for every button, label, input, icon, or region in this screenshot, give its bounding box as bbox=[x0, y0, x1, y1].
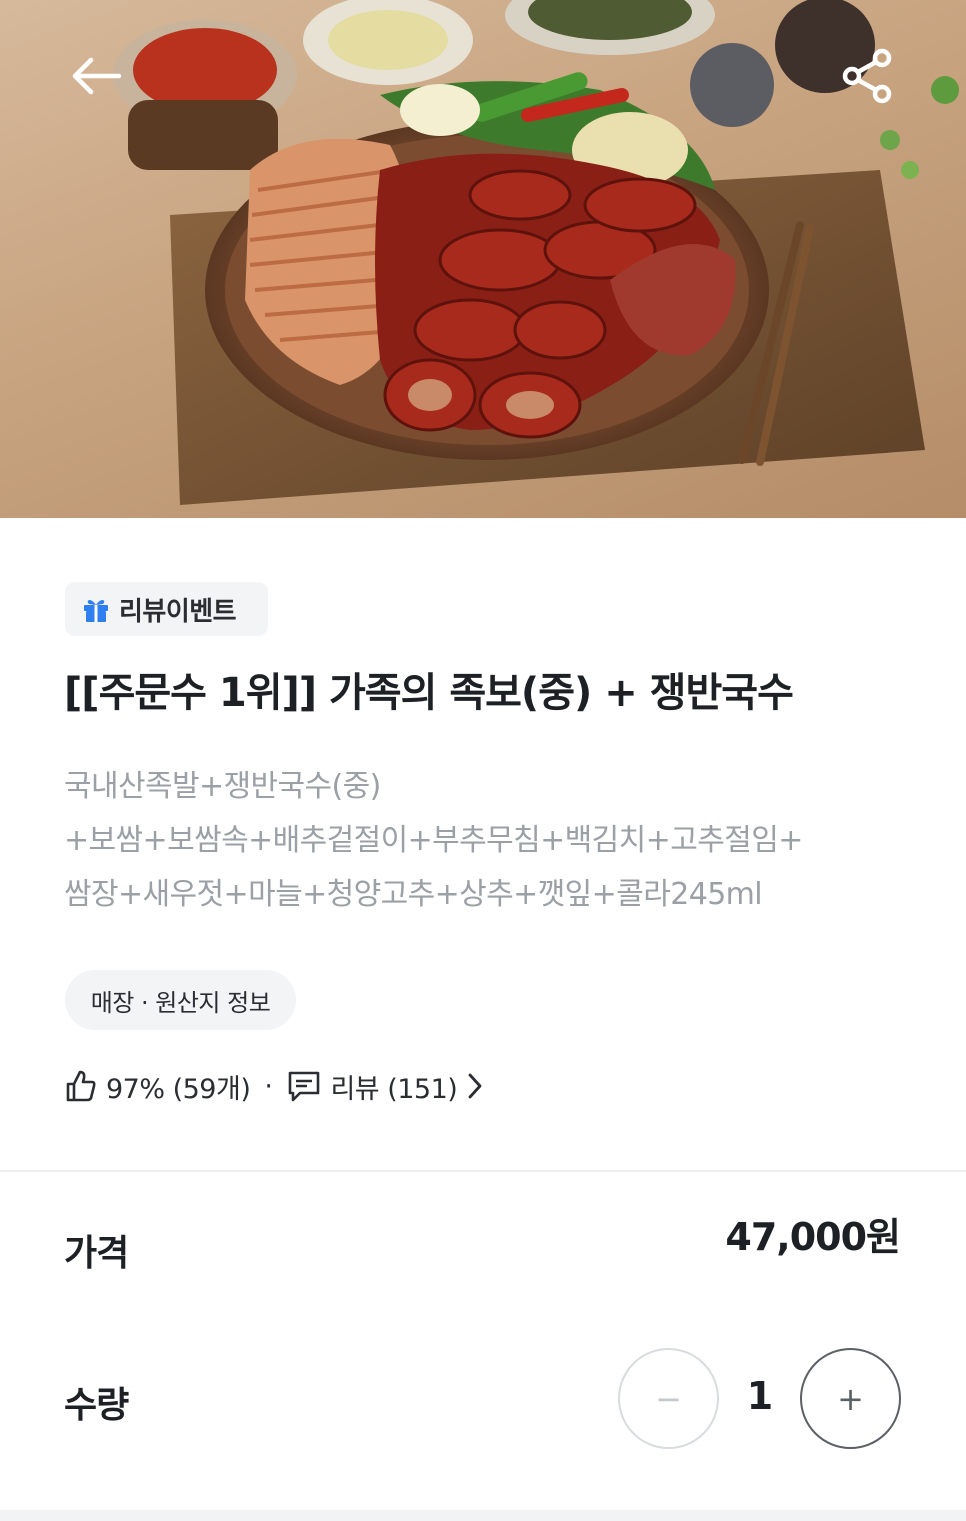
stats-separator: · bbox=[264, 1070, 273, 1102]
badge-label: 리뷰이벤트 bbox=[119, 596, 237, 627]
price-label: 가격 bbox=[64, 1233, 129, 1274]
quantity-value: 1 bbox=[746, 1374, 774, 1418]
back-button[interactable] bbox=[64, 44, 128, 108]
chat-bubble-icon bbox=[289, 1071, 320, 1102]
description-line: 국내산족발+쟁반국수(중) bbox=[64, 769, 381, 804]
quantity-increase-button[interactable]: + bbox=[800, 1348, 901, 1449]
share-button[interactable] bbox=[836, 44, 900, 108]
bottom-section-edge bbox=[0, 1510, 966, 1521]
product-title: [[주문수 1위]] 가족의 족보(중) + 쟁반국수 bbox=[64, 670, 794, 716]
product-photo bbox=[0, 0, 966, 518]
chevron-right-icon bbox=[468, 1073, 482, 1099]
rating-stats: 97% (59개) · 리뷰 (151) bbox=[64, 1062, 485, 1110]
like-rate: 97% (59개) bbox=[106, 1073, 251, 1105]
gift-icon bbox=[84, 599, 108, 622]
product-description: 국내산족발+쟁반국수(중) +보쌈+보쌈속+배추겉절이+부추무침+백김치+고추절… bbox=[64, 760, 904, 922]
quantity-decrease-button[interactable]: − bbox=[618, 1348, 719, 1449]
share-icon bbox=[842, 48, 892, 104]
section-divider bbox=[0, 1170, 966, 1172]
price-value: 47,000원 bbox=[725, 1215, 901, 1259]
food-platter-image bbox=[113, 0, 959, 505]
review-count: 리뷰 (151) bbox=[330, 1073, 458, 1105]
store-origin-info-button[interactable]: 매장 · 원산지 정보 bbox=[65, 970, 296, 1030]
quantity-label: 수량 bbox=[64, 1385, 129, 1426]
description-line: +보쌈+보쌈속+배추겉절이+부추무침+백김치+고추절임+ bbox=[64, 823, 803, 858]
description-line: 쌈장+새우젓+마늘+청양고추+상추+깻잎+콜라245ml bbox=[64, 877, 763, 912]
review-event-badge: 리뷰이벤트 bbox=[65, 582, 268, 636]
reviews-link[interactable]: 리뷰 (151) bbox=[286, 1067, 485, 1106]
arrow-left-icon bbox=[72, 57, 122, 95]
thumbs-up-icon bbox=[66, 1070, 96, 1102]
